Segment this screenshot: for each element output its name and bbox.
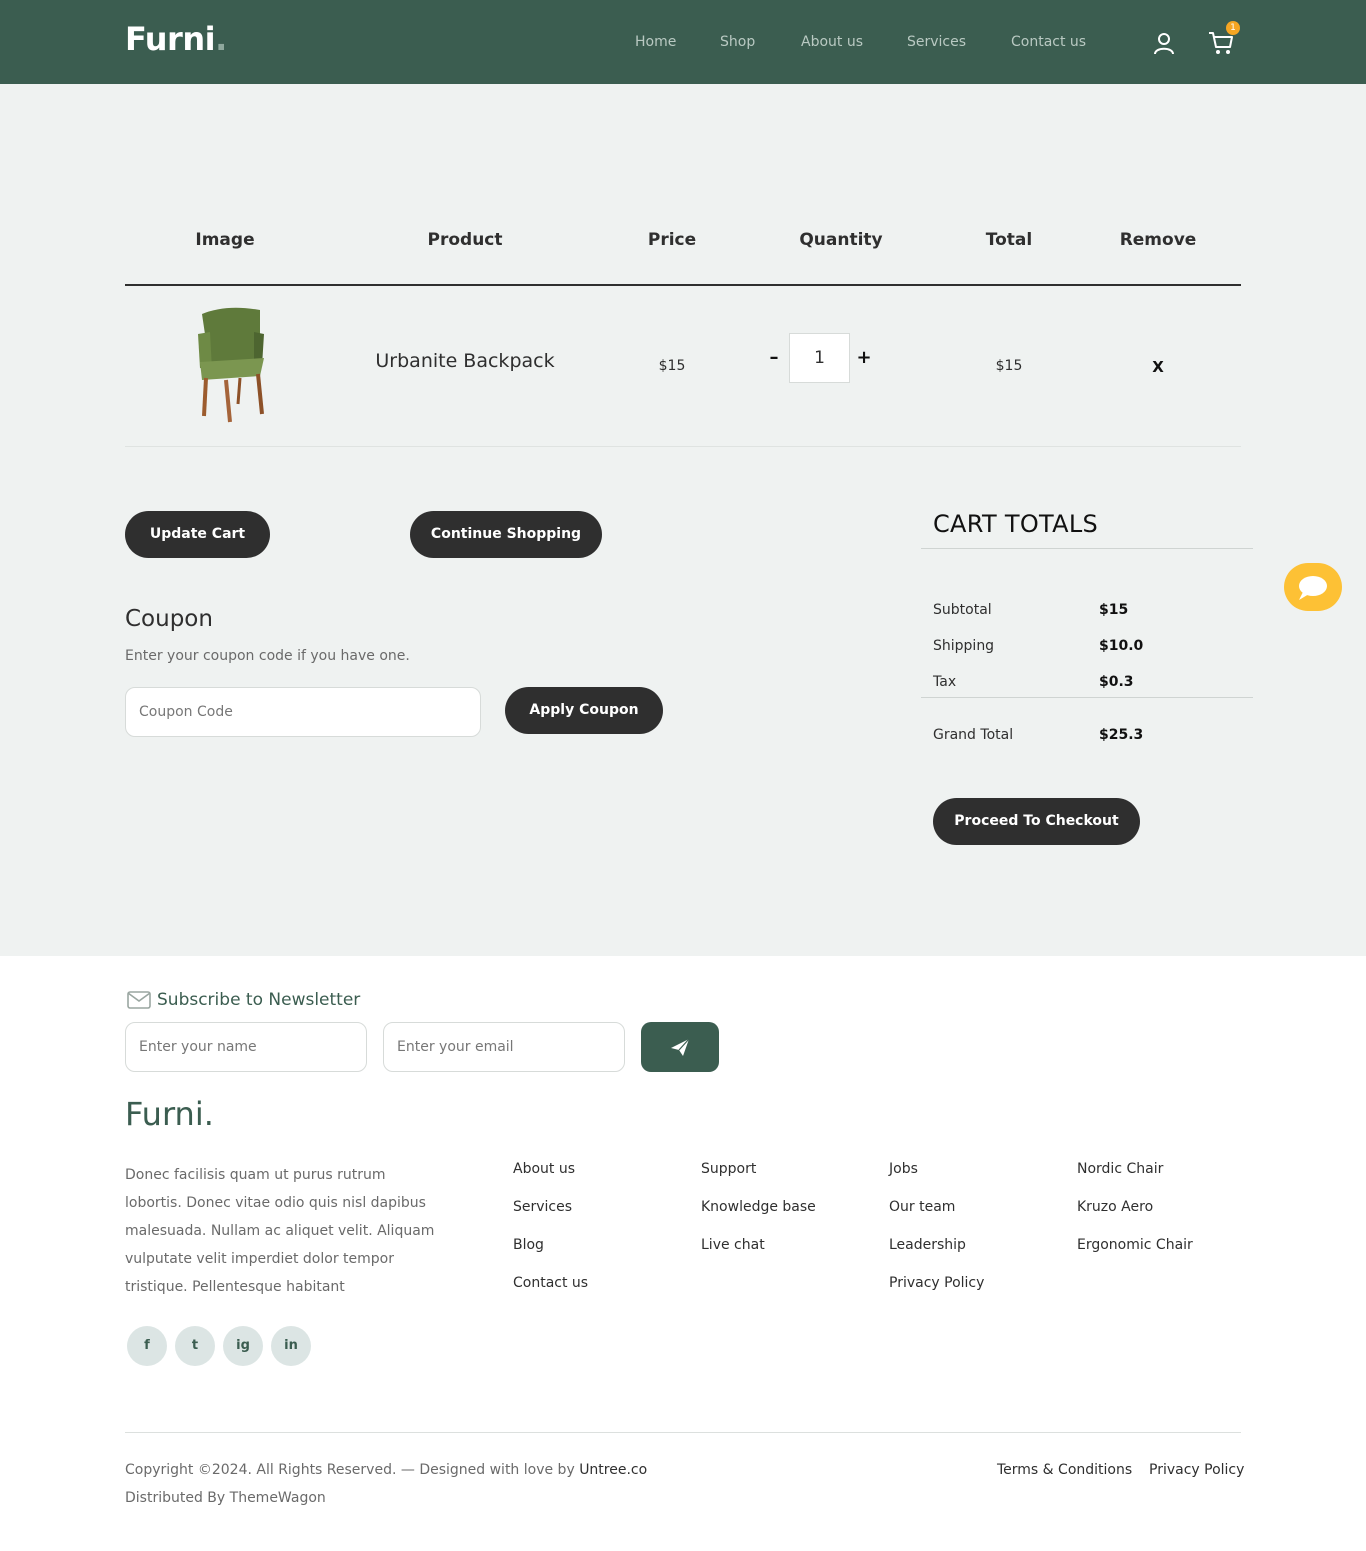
facebook-icon[interactable]: f xyxy=(127,1326,167,1366)
apply-coupon-button[interactable]: Apply Coupon xyxy=(505,687,663,734)
subtotal-label: Subtotal xyxy=(933,602,992,618)
footer-description: Donec facilisis quam ut purus rutrum lob… xyxy=(125,1167,435,1295)
newsletter-name-input[interactable] xyxy=(125,1022,367,1072)
copyright-label: Copyright ©2024. All Rights Reserved. — … xyxy=(125,1462,575,1478)
grand-total-value: $25.3 xyxy=(1099,727,1144,743)
newsletter-email-input[interactable] xyxy=(383,1022,625,1072)
envelope-icon xyxy=(127,991,151,1009)
product-total: $15 xyxy=(995,358,1023,374)
table-row-divider xyxy=(125,446,1241,447)
remove-item-button[interactable]: X xyxy=(1148,358,1168,376)
tax-label: Tax xyxy=(933,674,957,690)
coupon-title: Coupon xyxy=(125,606,213,632)
col-header-total: Total xyxy=(985,230,1033,250)
proceed-to-checkout-button[interactable]: Proceed To Checkout xyxy=(933,798,1140,845)
col-header-product: Product xyxy=(427,230,503,250)
chat-widget-button[interactable] xyxy=(1284,563,1342,611)
linkedin-icon[interactable]: in xyxy=(271,1326,311,1366)
footer-link-knowledge-base[interactable]: Knowledge base xyxy=(701,1199,816,1215)
grand-total-label: Grand Total xyxy=(933,727,1014,743)
footer-link-nordic-chair[interactable]: Nordic Chair xyxy=(1077,1161,1163,1177)
terms-link[interactable]: Terms & Conditions xyxy=(997,1462,1132,1478)
totals-title-divider xyxy=(921,548,1253,549)
shipping-label: Shipping xyxy=(933,638,995,654)
user-icon[interactable] xyxy=(1151,30,1177,56)
newsletter-title: Subscribe to Newsletter xyxy=(157,990,361,1010)
coupon-subtitle: Enter your coupon code if you have one. xyxy=(125,648,410,664)
footer-link-privacy-policy[interactable]: Privacy Policy xyxy=(889,1275,984,1291)
continue-shopping-button[interactable]: Continue Shopping xyxy=(410,511,602,558)
footer-brand[interactable]: Furni. xyxy=(125,1095,214,1133)
footer-link-ergonomic-chair[interactable]: Ergonomic Chair xyxy=(1077,1237,1193,1253)
nav-contact[interactable]: Contact us xyxy=(1011,34,1086,50)
product-chair-image xyxy=(198,307,264,423)
product-price: $15 xyxy=(658,358,686,374)
footer-link-contact[interactable]: Contact us xyxy=(513,1275,588,1291)
col-header-remove: Remove xyxy=(1119,230,1197,250)
footer-link-live-chat[interactable]: Live chat xyxy=(701,1237,765,1253)
shipping-value: $10.0 xyxy=(1099,638,1144,654)
privacy-link[interactable]: Privacy Policy xyxy=(1149,1462,1244,1478)
newsletter-submit-button[interactable] xyxy=(641,1022,719,1072)
footer-link-about[interactable]: About us xyxy=(513,1161,575,1177)
chat-bubble-icon xyxy=(1299,576,1327,600)
footer-link-jobs[interactable]: Jobs xyxy=(889,1161,918,1177)
navbar: Furni. Home Shop About us Services Conta… xyxy=(0,0,1366,84)
copyright-text: Copyright ©2024. All Rights Reserved. — … xyxy=(125,1462,647,1478)
quantity-input[interactable] xyxy=(789,333,850,383)
paper-plane-icon xyxy=(671,1038,690,1056)
untree-link[interactable]: Untree.co xyxy=(579,1462,647,1478)
subtotal-value: $15 xyxy=(1099,602,1129,618)
instagram-icon[interactable]: ig xyxy=(223,1326,263,1366)
footer-divider xyxy=(125,1432,1241,1433)
nav-services[interactable]: Services xyxy=(907,34,966,50)
distributed-by-text: Distributed By ThemeWagon xyxy=(125,1490,326,1506)
coupon-code-input[interactable] xyxy=(125,687,481,737)
footer-link-support[interactable]: Support xyxy=(701,1161,756,1177)
table-header-divider xyxy=(125,284,1241,286)
footer-link-leadership[interactable]: Leadership xyxy=(889,1237,966,1253)
twitter-icon[interactable]: t xyxy=(175,1326,215,1366)
nav-home[interactable]: Home xyxy=(635,34,676,50)
footer-link-kruzo-aero[interactable]: Kruzo Aero xyxy=(1077,1199,1153,1215)
quantity-decrease-button[interactable]: – xyxy=(764,347,784,369)
cart-totals-title: CART TOTALS xyxy=(933,510,1099,538)
footer-link-our-team[interactable]: Our team xyxy=(889,1199,955,1215)
nav-shop[interactable]: Shop xyxy=(720,34,755,50)
quantity-increase-button[interactable]: + xyxy=(854,347,874,369)
totals-divider xyxy=(921,697,1253,698)
col-header-quantity: Quantity xyxy=(799,230,883,250)
cart-count-badge: 1 xyxy=(1226,21,1240,35)
nav-about[interactable]: About us xyxy=(801,34,863,50)
col-header-price: Price xyxy=(647,230,697,250)
product-name: Urbanite Backpack xyxy=(375,350,555,372)
brand-logo[interactable]: Furni. xyxy=(125,20,227,58)
col-header-image: Image xyxy=(195,230,255,250)
footer-link-blog[interactable]: Blog xyxy=(513,1237,544,1253)
update-cart-button[interactable]: Update Cart xyxy=(125,511,270,558)
tax-value: $0.3 xyxy=(1099,674,1134,690)
footer-link-services[interactable]: Services xyxy=(513,1199,572,1215)
